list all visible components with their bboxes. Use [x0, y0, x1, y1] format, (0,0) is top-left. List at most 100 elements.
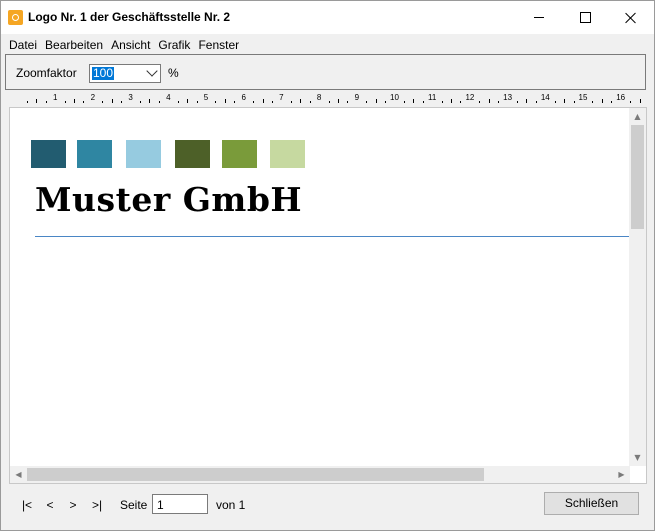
- logo-preview-window: Logo Nr. 1 der Geschäftsstelle Nr. 2 Dat…: [0, 0, 655, 531]
- ruler-tick: [479, 101, 481, 103]
- color-swatch: [270, 140, 305, 168]
- menu-datei[interactable]: Datei: [5, 38, 41, 52]
- color-swatch: [126, 140, 161, 168]
- ruler-number: 10: [390, 93, 399, 102]
- chevron-down-icon[interactable]: [146, 65, 158, 77]
- ruler-number: 1: [52, 93, 58, 102]
- ruler-tick: [460, 101, 462, 103]
- menu-fenster[interactable]: Fenster: [194, 38, 243, 52]
- ruler-tick: [45, 101, 47, 103]
- ruler-number: 8: [316, 93, 322, 102]
- ruler-number: 11: [428, 93, 437, 102]
- company-name: Muster GmbH: [35, 180, 303, 219]
- scroll-left-icon[interactable]: ◀: [10, 466, 27, 483]
- zoom-toolbar: Zoomfaktor 100 %: [5, 54, 646, 90]
- page-total: von 1: [216, 498, 246, 512]
- zoom-combobox[interactable]: 100: [89, 64, 161, 83]
- ruler-tick: [140, 101, 142, 103]
- ruler-tick: [422, 101, 424, 103]
- ruler-tick: [592, 101, 594, 103]
- horizontal-scrollbar[interactable]: ◀ ▶: [10, 466, 630, 483]
- ruler-tick: [564, 99, 566, 103]
- ruler-tick: [187, 99, 189, 103]
- ruler-number: 2: [90, 93, 96, 102]
- ruler-tick: [630, 101, 632, 103]
- ruler-number: 4: [166, 93, 171, 102]
- ruler-tick: [177, 101, 179, 103]
- last-page-button[interactable]: >|: [90, 498, 104, 512]
- ruler-tick: [262, 99, 264, 103]
- close-button[interactable]: Schließen: [544, 492, 639, 515]
- logo-preview-area: Muster GmbH ▲ ▼ ◀ ▶: [9, 107, 647, 484]
- horizontal-scroll-thumb[interactable]: [27, 468, 484, 481]
- zoom-unit: %: [168, 66, 179, 80]
- ruler-tick: [64, 101, 66, 103]
- menu-bar: Datei Bearbeiten Ansicht Grafik Fenster: [5, 35, 243, 55]
- ruler-tick: [451, 99, 453, 103]
- scroll-down-icon[interactable]: ▼: [629, 449, 646, 466]
- next-page-button[interactable]: >: [66, 498, 80, 512]
- ruler-number: 14: [540, 93, 550, 102]
- color-swatch: [77, 140, 112, 168]
- ruler-tick: [601, 99, 603, 103]
- ruler-tick: [526, 99, 528, 103]
- ruler-tick: [253, 101, 255, 103]
- page-number-input[interactable]: 1: [152, 494, 208, 514]
- ruler-tick: [639, 99, 641, 103]
- color-swatch: [222, 140, 257, 168]
- app-icon: [8, 10, 23, 25]
- previous-page-button[interactable]: <: [43, 498, 57, 512]
- menu-ansicht[interactable]: Ansicht: [107, 38, 154, 52]
- ruler-tick: [517, 101, 519, 103]
- footer-bar: |< < > >| Seite 1 von 1 Schließen: [1, 485, 654, 530]
- horizontal-ruler: 1 2 3 4 5 6 7 8 9 10 11 12 13 14 15 16: [9, 92, 647, 106]
- vertical-scrollbar[interactable]: ▲ ▼: [629, 108, 646, 466]
- ruler-number: 15: [578, 93, 588, 102]
- ruler-tick: [234, 101, 236, 103]
- menu-bearbeiten[interactable]: Bearbeiten: [41, 38, 107, 52]
- ruler-tick: [224, 99, 226, 103]
- ruler-tick: [498, 101, 500, 103]
- ruler-number: 7: [279, 93, 284, 102]
- maximize-button[interactable]: [562, 1, 608, 34]
- close-icon: [625, 12, 637, 24]
- ruler-tick: [573, 101, 575, 103]
- ruler-tick: [74, 99, 76, 103]
- ruler-tick: [441, 101, 443, 103]
- color-swatch: [175, 140, 210, 168]
- ruler-tick: [300, 99, 302, 103]
- first-page-button[interactable]: |<: [20, 498, 34, 512]
- ruler-tick: [535, 101, 537, 103]
- ruler-tick: [36, 99, 38, 103]
- scroll-up-icon[interactable]: ▲: [629, 108, 646, 125]
- ruler-tick: [328, 101, 330, 103]
- menu-grafik[interactable]: Grafik: [154, 38, 194, 52]
- ruler-tick: [554, 101, 556, 103]
- ruler-tick: [413, 99, 415, 103]
- window-title: Logo Nr. 1 der Geschäftsstelle Nr. 2: [28, 10, 231, 24]
- page-label: Seite: [120, 498, 148, 512]
- ruler-tick: [309, 101, 311, 103]
- ruler-tick: [83, 101, 85, 103]
- ruler-tick: [366, 101, 368, 103]
- divider-line: [35, 236, 629, 237]
- close-window-button[interactable]: [608, 1, 654, 34]
- ruler-number: 16: [616, 93, 626, 102]
- ruler-number: 3: [128, 93, 133, 102]
- ruler-tick: [403, 101, 405, 103]
- ruler-number: 9: [354, 93, 360, 102]
- ruler-tick: [347, 101, 349, 103]
- ruler-tick: [111, 99, 113, 103]
- ruler-tick: [337, 99, 339, 103]
- scroll-right-icon[interactable]: ▶: [613, 466, 630, 483]
- ruler-number: 12: [465, 93, 475, 102]
- zoom-value: 100: [92, 66, 115, 80]
- ruler-number: 5: [203, 93, 209, 102]
- ruler-tick: [215, 101, 217, 103]
- maximize-icon: [579, 12, 591, 23]
- vertical-scroll-thumb[interactable]: [631, 125, 644, 229]
- ruler-tick: [271, 101, 273, 103]
- ruler-tick: [196, 101, 198, 103]
- minimize-button[interactable]: [516, 1, 562, 34]
- minimize-icon: [534, 17, 544, 18]
